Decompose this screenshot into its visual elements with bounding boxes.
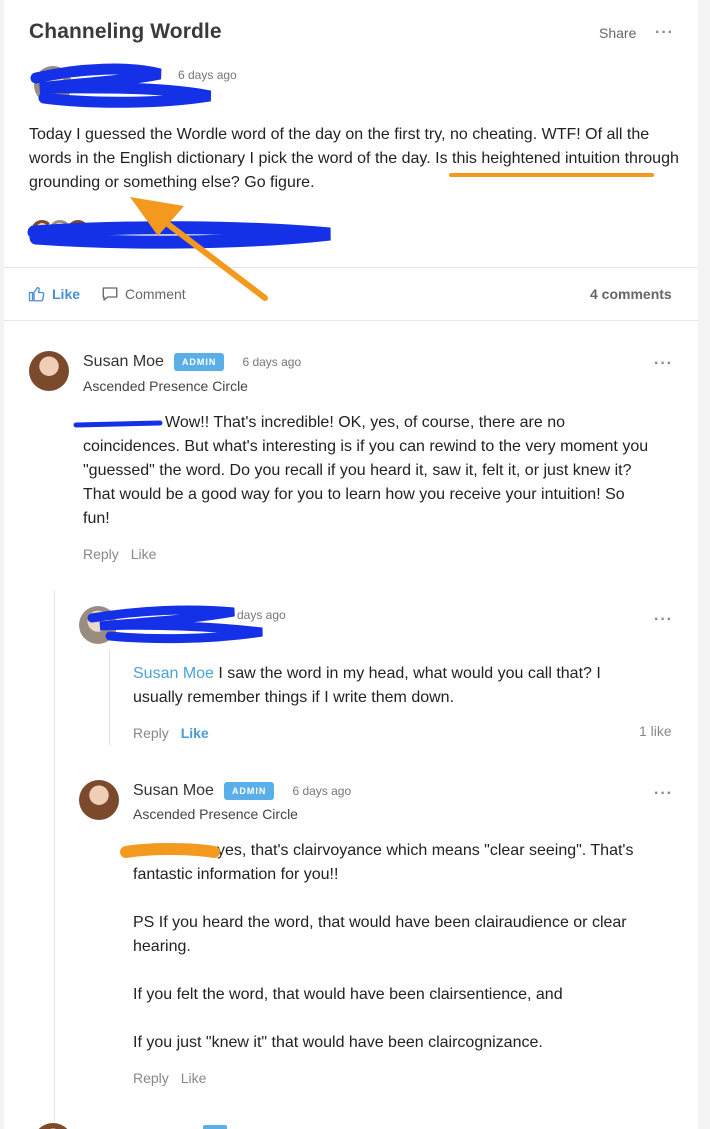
reply-button[interactable]: Reply: [83, 546, 119, 562]
like-link[interactable]: Like: [131, 546, 157, 562]
comment-text: Wow!! That's incredible! OK, yes, of cou…: [83, 414, 649, 527]
reactor-avatars[interactable]: [29, 218, 91, 244]
comment-actions: Reply Like: [133, 1070, 206, 1086]
thread-line: [54, 590, 55, 1129]
reply-button[interactable]: Reply: [133, 1070, 169, 1086]
speech-bubble-icon: [102, 287, 118, 301]
comment-header: Susan Moe ADMIN 6 days ago: [133, 782, 351, 800]
comment-timestamp: 6 days ago: [242, 355, 302, 369]
comment-actions: Reply Like: [133, 725, 209, 741]
more-dots-icon[interactable]: ···: [654, 355, 673, 373]
avatar[interactable]: [33, 1123, 73, 1129]
likes-count[interactable]: 1 like: [639, 723, 672, 739]
comment-paragraph: yes, that's clairvoyance which means "cl…: [133, 842, 634, 883]
divider: [4, 267, 698, 268]
post-body: Today I guessed the Wordle word of the d…: [29, 126, 679, 191]
comment-label: Comment: [125, 286, 186, 302]
comment-button[interactable]: Comment: [101, 285, 186, 303]
comment-paragraph: PS If you heard the word, that would hav…: [133, 914, 627, 955]
comment-author[interactable]: Susan Moe: [133, 782, 214, 800]
post-card: Channeling Wordle Share ··· 6 days ago T…: [4, 0, 698, 1129]
post-timestamp: 6 days ago: [178, 68, 237, 82]
comment-header: Susan Moe ADMIN 6 days ago: [83, 353, 301, 371]
avatar: [65, 218, 91, 244]
reply-button[interactable]: Reply: [133, 725, 169, 741]
comment-paragraph: If you felt the word, that would have be…: [133, 986, 563, 1003]
like-link[interactable]: Like: [181, 725, 209, 741]
avatar[interactable]: [79, 606, 117, 644]
avatar[interactable]: [79, 780, 119, 820]
mention-link[interactable]: Susan Moe: [133, 665, 214, 682]
comment-group: Ascended Presence Circle: [83, 378, 248, 394]
thumbs-up-icon: [28, 286, 45, 302]
comment-author[interactable]: Susan Moe: [83, 353, 164, 371]
more-dots-icon[interactable]: ···: [654, 611, 673, 629]
comment-paragraph: If you just "knew it" that would have be…: [133, 1034, 543, 1051]
admin-badge: ADMIN: [223, 782, 275, 800]
admin-badge: [203, 1125, 227, 1129]
admin-badge: ADMIN: [173, 353, 225, 371]
comment-actions: Reply Like: [83, 546, 156, 562]
comments-count[interactable]: 4 comments: [590, 286, 672, 302]
divider: [4, 320, 698, 321]
more-dots-icon[interactable]: ···: [655, 24, 674, 42]
thread-line: [109, 650, 110, 745]
comment-group: Ascended Presence Circle: [133, 806, 298, 822]
more-dots-icon[interactable]: ···: [654, 785, 673, 803]
comment-text: Susan Moe I saw the word in my head, wha…: [133, 662, 643, 710]
share-button[interactable]: Share: [599, 25, 636, 41]
post-title: Channeling Wordle: [29, 20, 222, 43]
like-link[interactable]: Like: [181, 1070, 207, 1086]
avatar[interactable]: [34, 66, 72, 104]
avatar[interactable]: [29, 351, 69, 391]
like-button[interactable]: Like: [28, 285, 80, 303]
comment-timestamp: 6 days ago: [292, 784, 352, 798]
comment-timestamp: days ago: [237, 608, 286, 622]
like-label: Like: [52, 286, 81, 302]
